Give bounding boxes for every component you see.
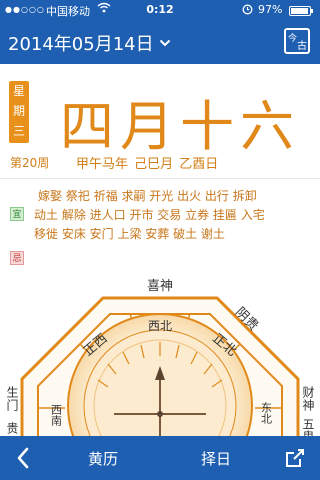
- current-date: 2014年05月14日: [8, 34, 154, 55]
- tab-huangli[interactable]: 黄历: [88, 448, 118, 469]
- tab-zeri[interactable]: 择日: [201, 448, 231, 469]
- compass-outer-text: 财神: [301, 386, 315, 412]
- yi-line: 移徙 安床 安门 上梁 安葬 破土 谢土: [34, 227, 225, 241]
- share-icon[interactable]: [284, 447, 306, 473]
- compass-outer-text: 贵: [5, 422, 19, 435]
- compass-dir-xibei: 西北: [148, 319, 172, 333]
- date-picker-button[interactable]: 2014年05月14日: [8, 30, 171, 56]
- bottom-tab-bar: 黄历 择日: [0, 436, 320, 480]
- status-bar: ●●○○○ 中国移动 0:12 97%: [0, 0, 320, 20]
- top-bar: ●●○○○ 中国移动 0:12 97% 2014年05月14日 今古: [0, 0, 320, 64]
- compass-dir-xinan: 西南: [50, 404, 63, 426]
- compass-label-gui: 贵: [5, 422, 19, 435]
- week-number: 第20周: [10, 156, 50, 170]
- back-icon[interactable]: [16, 447, 30, 473]
- chevron-down-icon: [159, 39, 170, 47]
- traditional-convert-icon[interactable]: 今古: [284, 28, 310, 54]
- divider: [0, 178, 320, 179]
- yi-line: 嫁娶 祭祀 祈福 求嗣 开光 出火 出行 拆卸: [38, 189, 257, 203]
- battery-icon: [289, 6, 313, 16]
- compass-outer-text: 喜神: [147, 279, 173, 294]
- direction-compass: 喜神 阴贵 财神 五鬼 生门 贵 西北 正北 东北 正西 西南: [5, 279, 315, 436]
- compass-outer-text: 生门: [5, 386, 19, 412]
- compass-outer-text: 五鬼: [301, 418, 315, 436]
- yi-badge: 宜: [10, 207, 24, 221]
- lunar-date: 四月十六: [60, 95, 300, 158]
- yi-line: 动土 解除 进人口 开市 交易 立券 挂匾 入宅: [34, 208, 265, 222]
- compass-label-wugui: 五鬼: [301, 418, 315, 436]
- ji-badge: 忌: [10, 251, 24, 265]
- compass-label-caishen: 财神: [301, 386, 315, 412]
- battery-percent: 97%: [258, 3, 283, 16]
- compass-dir-dongbei: 东北: [260, 402, 273, 424]
- ganzhi-text: 甲午马年 己巳月 乙酉日: [76, 157, 219, 172]
- compass-label-xishen: 喜神: [147, 279, 173, 294]
- weekday-badge: 星期三: [9, 81, 29, 143]
- alarm-icon: [242, 3, 253, 18]
- compass-label-shengmen: 生门: [5, 386, 19, 412]
